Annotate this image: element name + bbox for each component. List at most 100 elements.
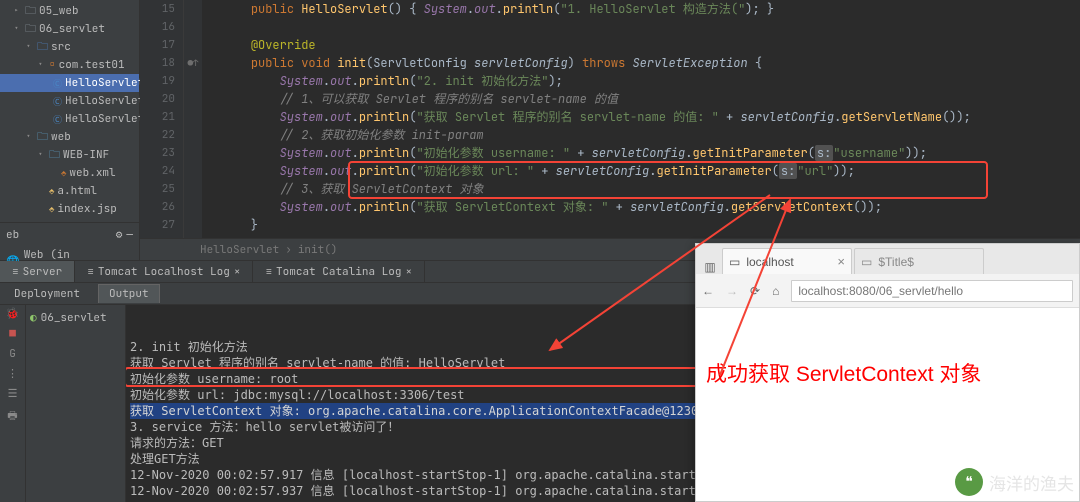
rerun-icon[interactable]: G (9, 347, 16, 361)
chevron-icon: ▾ (26, 132, 34, 142)
more-icon[interactable]: ⋮ (7, 367, 18, 381)
code-text: System.out.println("获取 ServletContext 对象… (202, 198, 882, 216)
forward-icon[interactable]: → (726, 284, 738, 298)
line-number: 24 (140, 162, 184, 180)
editor-pane: 15 public HelloServlet() { System.out.pr… (140, 0, 1080, 260)
page-icon: ▭ (729, 255, 740, 269)
gutter-icon[interactable] (184, 36, 202, 54)
tree-item[interactable]: ▾🗀src (0, 38, 139, 56)
project-sidebar: ▸🗀05_web▾🗀06_servlet▾🗀src▾▫com.test01ⒸHe… (0, 0, 140, 260)
deploy-tree-item[interactable]: ◐ 06_servlet (30, 309, 121, 327)
code-text: public void init(ServletConfig servletCo… (202, 54, 762, 72)
page-icon: ▭ (861, 255, 872, 269)
gutter-icon[interactable] (184, 234, 202, 238)
tree-item-label: HelloServlet3 (65, 112, 151, 126)
gutter-icon[interactable] (184, 162, 202, 180)
gutter-icon[interactable] (184, 180, 202, 198)
code-line[interactable]: 22 // 2、获取初始化参数 init-param (140, 126, 1080, 144)
debug-icon[interactable]: 🐞 (6, 307, 20, 321)
tab-server[interactable]: ≡ Server (0, 261, 75, 282)
tree-item[interactable]: ⒸHelloServlet (0, 74, 139, 92)
line-number: 16 (140, 18, 184, 36)
gutter-icon[interactable] (184, 108, 202, 126)
chevron-right-icon: › (285, 243, 292, 257)
settings-icon[interactable]: ⚙ (116, 228, 123, 242)
tree-item[interactable]: ⒸHelloServlet3 (0, 110, 139, 128)
gutter-icon[interactable] (184, 144, 202, 162)
chevron-icon: ▾ (38, 150, 46, 160)
code-line[interactable]: 15 public HelloServlet() { System.out.pr… (140, 0, 1080, 18)
sidebar-eb-row: eb ⚙ — (0, 225, 139, 245)
code-text: } (202, 216, 258, 234)
code-line[interactable]: 28 (140, 234, 1080, 238)
code-line[interactable]: 26 System.out.println("获取 ServletContext… (140, 198, 1080, 216)
code-line[interactable]: 21 System.out.println("获取 Servlet 程序的别名 … (140, 108, 1080, 126)
code-text: System.out.println("获取 Servlet 程序的别名 ser… (202, 108, 971, 126)
browser-tab-title[interactable]: ▭ $Title$ (854, 248, 984, 274)
breadcrumb-method[interactable]: init() (298, 243, 338, 257)
print-icon[interactable]: 🖶 (7, 407, 17, 426)
gutter-icon[interactable] (184, 72, 202, 90)
code-line[interactable]: 27 } (140, 216, 1080, 234)
code-text: System.out.println("2. init 初始化方法"); (202, 72, 563, 90)
gutter-icon[interactable] (184, 18, 202, 36)
code-line[interactable]: 25 // 3、获取 ServletContext 对象 (140, 180, 1080, 198)
tree-item[interactable]: ▸🗀05_web (0, 2, 139, 20)
url-bar[interactable]: localhost:8080/06_servlet/hello (791, 280, 1073, 302)
tree-item[interactable]: ⬘index.jsp (0, 200, 139, 218)
tree-item[interactable]: ▾🗀web (0, 128, 139, 146)
tree-item[interactable]: ▾▫com.test01 (0, 56, 139, 74)
tree-item-label: src (51, 40, 71, 54)
close-icon[interactable]: × (837, 254, 845, 269)
tree-item[interactable]: ⬘web.xml (0, 164, 139, 182)
breadcrumb-class[interactable]: HelloServlet (200, 243, 279, 257)
xml-file-icon: ⬘ (61, 167, 66, 179)
gutter-icon[interactable]: ●↑ (184, 54, 202, 72)
code-line[interactable]: 23 System.out.println("初始化参数 username: "… (140, 144, 1080, 162)
tree-item[interactable]: ⒸHelloServlet2 (0, 92, 139, 110)
gutter-icon[interactable] (184, 0, 202, 18)
browser-tab-localhost[interactable]: ▭ localhost × (722, 248, 852, 274)
gutter-icon[interactable] (184, 198, 202, 216)
close-icon[interactable]: × (405, 265, 412, 279)
tab-catalina-log[interactable]: ≡ Tomcat Catalina Log × (253, 261, 425, 282)
code-line[interactable]: 16 (140, 18, 1080, 36)
code-text: System.out.println("初始化参数 username: " + … (202, 144, 927, 162)
settings-icon[interactable]: ☰ (8, 387, 18, 401)
close-icon[interactable]: × (234, 265, 241, 279)
line-number: 25 (140, 180, 184, 198)
code-line[interactable]: 18●↑ public void init(ServletConfig serv… (140, 54, 1080, 72)
home-icon[interactable]: ⌂ (772, 284, 779, 298)
chevron-icon: ▾ (38, 60, 46, 70)
watermark: ❝ 海洋的渔夫 (955, 468, 1074, 496)
code-line[interactable]: 24 System.out.println("初始化参数 url: " + se… (140, 162, 1080, 180)
sidebar-toggle-icon[interactable]: ▥ (698, 260, 722, 274)
tab-localhost-log[interactable]: ≡ Tomcat Localhost Log × (75, 261, 253, 282)
line-number: 18 (140, 54, 184, 72)
gutter-icon[interactable] (184, 216, 202, 234)
tree-item[interactable]: ▾🗀06_servlet (0, 20, 139, 38)
web-folder-icon: 🗀 (49, 146, 60, 165)
line-number: 26 (140, 198, 184, 216)
stop-icon[interactable]: ■ (9, 327, 16, 341)
run-subtab-deployment[interactable]: Deployment (4, 285, 90, 303)
gutter-icon[interactable] (184, 126, 202, 144)
line-number: 20 (140, 90, 184, 108)
tree-item[interactable]: ▾🗀WEB-INF (0, 146, 139, 164)
folder-icon: 🗀 (25, 2, 36, 21)
run-subtab-output[interactable]: Output (98, 284, 160, 303)
tab-localhost-log-label: Tomcat Localhost Log (98, 265, 230, 279)
code-text: public HelloServlet() { System.out.print… (202, 0, 774, 18)
browser-tab-label-1: localhost (746, 255, 793, 269)
tree-item-label: com.test01 (59, 58, 125, 72)
tree-item-label: WEB-INF (63, 148, 109, 162)
code-area[interactable]: 15 public HelloServlet() { System.out.pr… (140, 0, 1080, 238)
refresh-icon[interactable]: ⟳ (750, 284, 760, 298)
tree-item[interactable]: ⬘a.html (0, 182, 139, 200)
code-line[interactable]: 17 @Override (140, 36, 1080, 54)
code-line[interactable]: 20 // 1、可以获取 Servlet 程序的别名 servlet-name … (140, 90, 1080, 108)
back-icon[interactable]: ← (702, 284, 714, 298)
minus-icon[interactable]: — (126, 228, 133, 242)
gutter-icon[interactable] (184, 90, 202, 108)
code-line[interactable]: 19 System.out.println("2. init 初始化方法"); (140, 72, 1080, 90)
